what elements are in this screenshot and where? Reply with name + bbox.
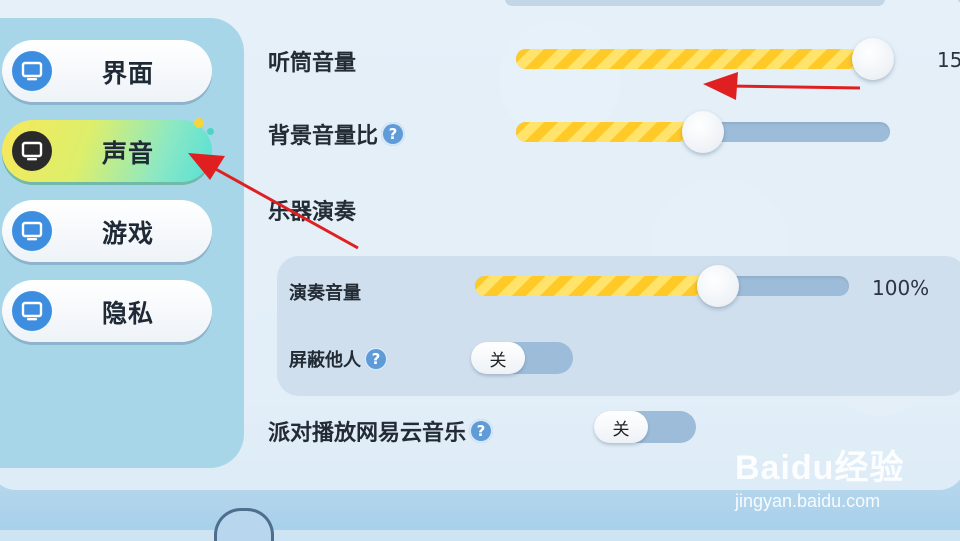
help-icon[interactable]: ? [469,419,494,443]
toggle-knob: 关 [594,411,648,443]
bg-volume-ratio-slider[interactable] [516,111,890,153]
settings-sidebar: 界面 声音 游戏 隐私 [0,18,244,468]
sidebar-item-label: 游戏 [102,219,155,248]
help-icon[interactable]: ? [381,122,406,146]
block-others-label: 屏蔽他人 ? [289,346,388,372]
earpiece-volume-slider[interactable] [516,38,894,80]
sidebar-item-game[interactable]: 游戏 [2,200,212,262]
sidebar-item-label: 声音 [102,139,155,168]
sidebar-item-label: 界面 [102,59,155,88]
slider-thumb[interactable] [852,38,894,80]
earpiece-volume-label: 听筒音量 [268,45,356,77]
bg-volume-ratio-label: 背景音量比 ? [268,118,406,150]
toggle-knob: 关 [471,342,525,374]
instrument-section-title: 乐器演奏 [268,200,357,225]
monitor-icon [12,131,52,171]
slider-fill [516,49,877,69]
slider-fill [475,276,723,296]
baidu-watermark: Baidu经验 jingyan.baidu.com [735,440,904,512]
sidebar-item-sound[interactable]: 声音 [2,118,214,182]
block-others-text: 屏蔽他人 [289,350,361,371]
performance-volume-slider[interactable] [475,265,849,307]
performance-volume-value: 100% [872,276,930,300]
slider-thumb[interactable] [682,111,724,153]
sidebar-item-privacy[interactable]: 隐私 [2,280,212,342]
help-icon[interactable]: ? [364,347,388,371]
party-music-text: 派对播放网易云音乐 [268,421,467,446]
performance-volume-label: 演奏音量 [289,283,361,304]
party-music-label: 派对播放网易云音乐 ? [268,415,494,447]
monitor-icon [12,291,52,331]
top-scroll-edge [505,0,885,6]
watermark-url: jingyan.baidu.com [735,491,881,511]
bg-volume-ratio-text: 背景音量比 [268,124,379,149]
earpiece-volume-text: 听筒音量 [268,51,357,76]
monitor-icon [12,211,52,251]
sidebar-item-interface[interactable]: 界面 [2,40,212,102]
party-music-toggle[interactable]: 关 [594,411,696,443]
slider-fill [516,122,707,142]
slider-thumb[interactable] [697,265,740,307]
earpiece-volume-value: 150 [937,48,960,72]
sparkle-icon [194,118,204,128]
monitor-icon [12,51,52,91]
watermark-logo: Baidu经验 [735,449,905,487]
sidebar-item-label: 隐私 [102,299,155,328]
sparkle-icon [207,128,214,135]
block-others-toggle[interactable]: 关 [471,342,573,374]
